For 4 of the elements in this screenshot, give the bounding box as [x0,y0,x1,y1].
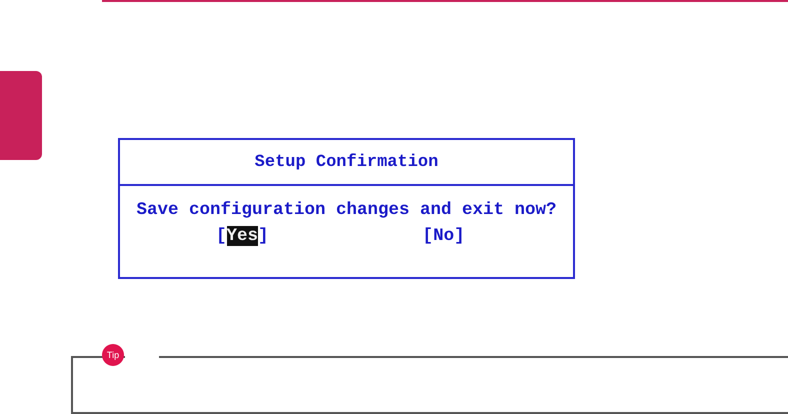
tip-badge: Tip [102,344,124,366]
dialog-title: Setup Confirmation [254,152,438,172]
dialog-message: Save configuration changes and exit now? [136,200,557,220]
option-button[interactable]: [No] [422,226,465,246]
